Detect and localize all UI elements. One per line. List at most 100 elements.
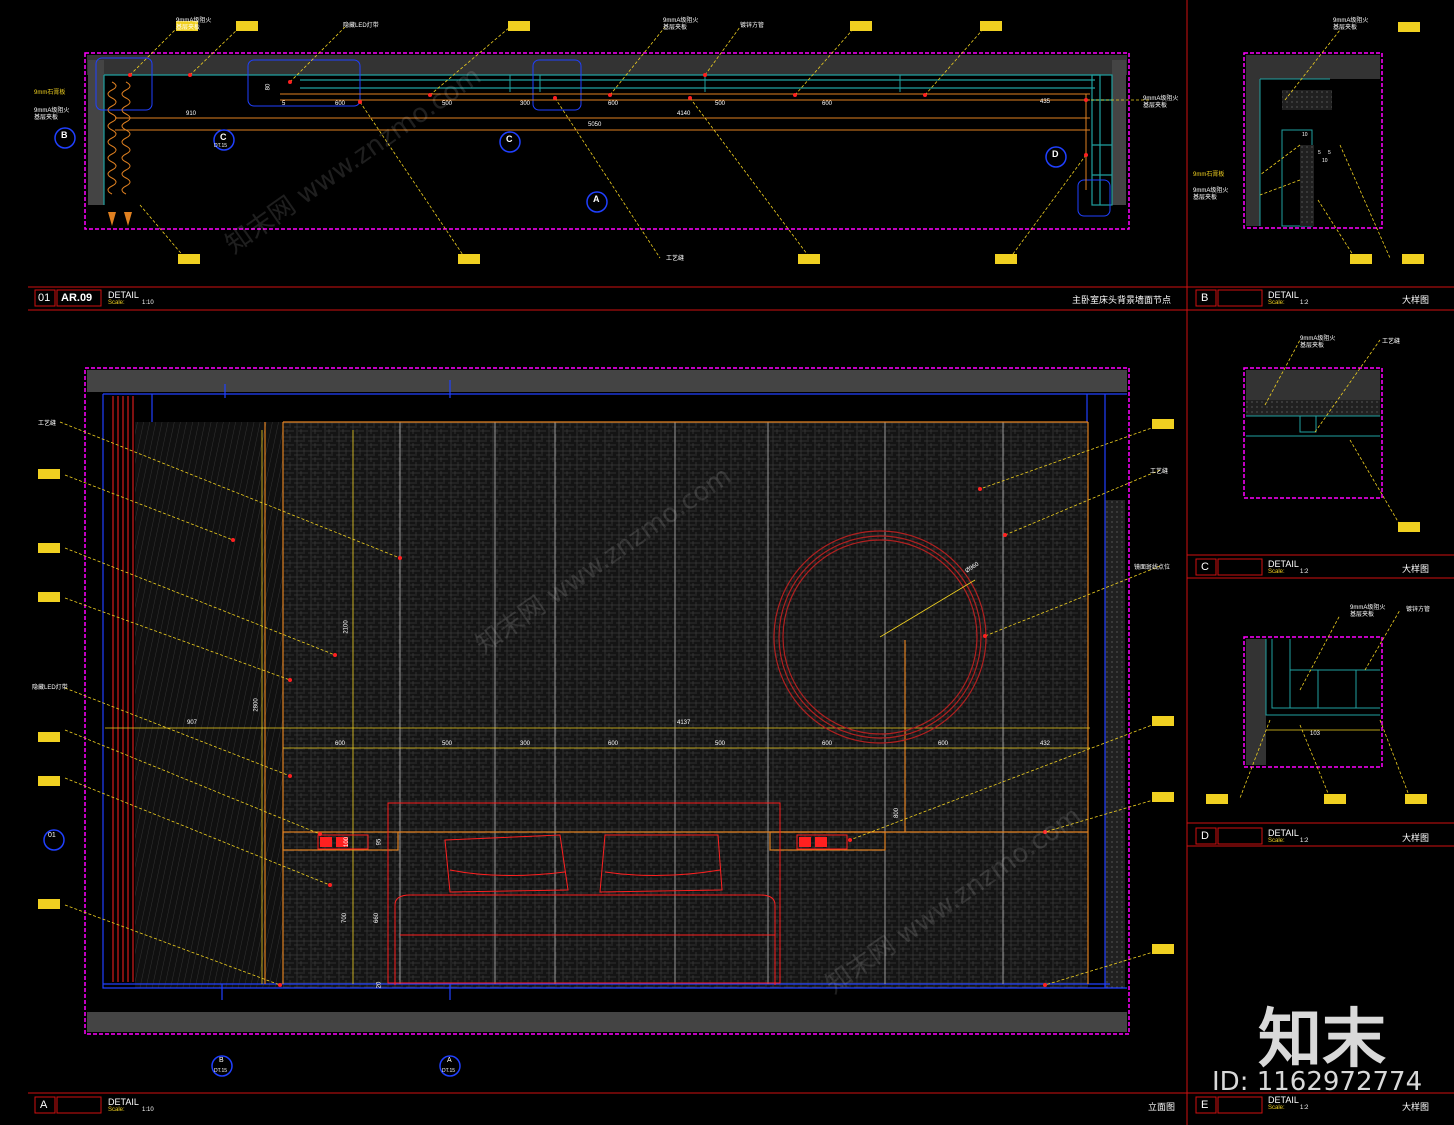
detail-drawing-B [1243, 22, 1424, 264]
scale-label-B: Scale: [1268, 300, 1285, 306]
marker-C1: C [220, 132, 227, 142]
detail-d-dim: 103 [1310, 731, 1321, 737]
elev-dim-700: 700 [342, 912, 349, 924]
elev-dim-907: 907 [187, 720, 198, 726]
plan-label-top-4: 镀锌方管 [740, 23, 765, 29]
elev-label-gap-left: 工艺缝 [38, 421, 57, 427]
detail-drawing-D [1206, 609, 1427, 804]
detail-label-D: DETAIL [1268, 828, 1299, 838]
elev-dim-100: 100 [344, 836, 351, 848]
detail-b-dim-3: 5 [1328, 150, 1331, 156]
detail-label-C: DETAIL [1268, 559, 1299, 569]
detail-b-dim-2: 5 [1318, 150, 1321, 156]
scale-value-E: 1:2 [1300, 1105, 1309, 1111]
marker-A: A [593, 194, 600, 204]
plan-dim-row1-0: 600 [335, 101, 346, 107]
plan-dim-910: 910 [186, 111, 197, 117]
plan-dim-5050: 5050 [588, 122, 602, 128]
elevation-drawing-A [38, 367, 1174, 1035]
scale-value-B: 1:2 [1300, 300, 1309, 306]
plan-dim-row1-2: 300 [520, 101, 531, 107]
elev-dim-95: 95 [376, 838, 383, 846]
elev-label-led: 隐藏LED灯带 [32, 685, 68, 691]
panel-title-01: 主卧室床头背景墙面节点 [1072, 295, 1172, 305]
detail-label-01: DETAIL [108, 290, 139, 300]
panel-title-D: 大样图 [1402, 833, 1430, 843]
detail-b-label-1: 9mmA级阻火 基层夹板 [1333, 18, 1369, 31]
panel-number-01: 01 [38, 292, 51, 304]
elev-dim-row1-4: 500 [715, 741, 726, 747]
elev-dim-800: 800 [894, 807, 901, 819]
marker-B: B [61, 130, 68, 140]
sheet-ref-c: DT.15 [214, 143, 228, 149]
scale-label-01: Scale: [108, 300, 125, 306]
detail-c-label-1: 9mmA级阻火 基层夹板 [1300, 336, 1336, 349]
plan-dim-5: 5 [282, 101, 286, 107]
panel-number-D: D [1201, 830, 1209, 842]
elev-dim-660: 660 [374, 912, 381, 924]
marker-01: 01 [48, 832, 56, 839]
detail-b-label-3: 9mmA级阻火 基层夹板 [1193, 188, 1229, 201]
elev-dim-row1-7: 432 [1040, 741, 1051, 747]
marker-bottom-B: B [219, 1057, 224, 1064]
detail-b-label-2: 9mm石膏板 [1193, 172, 1225, 178]
elev-dim-row1-6: 600 [938, 741, 949, 747]
plan-label-right-1: 9mmA级阻火 基层夹板 [1143, 96, 1179, 109]
scale-value-01: 1:10 [142, 300, 154, 306]
scale-label-E: Scale: [1268, 1105, 1285, 1111]
scale-label-C: Scale: [1268, 569, 1285, 575]
plan-dim-80: 80 [265, 83, 272, 91]
scale-value-C: 1:2 [1300, 569, 1309, 575]
detail-drawing-C [1243, 339, 1420, 532]
sheet-ref-b: DT.15 [214, 1068, 228, 1074]
elev-dim-row1-2: 300 [520, 741, 531, 747]
marker-bottom-A: A [447, 1057, 452, 1064]
scale-value-A: 1:10 [142, 1107, 154, 1113]
detail-label-A: DETAIL [108, 1097, 139, 1107]
cad-drawing [28, 0, 1454, 1125]
plan-dim-row1-4: 500 [715, 101, 726, 107]
detail-d-label-1: 9mmA级阻火 基层夹板 [1350, 605, 1386, 618]
elev-label-gap-right: 工艺缝 [1150, 469, 1169, 475]
elev-dim-row1-3: 600 [608, 741, 619, 747]
sheet-ref-a: DT.15 [442, 1068, 456, 1074]
panel-title-E: 大样图 [1402, 1102, 1430, 1112]
plan-label-top-2: 隐藏LED灯带 [343, 23, 379, 29]
elev-dim-row1-0: 600 [335, 741, 346, 747]
watermark-id: ID: 1162972774 [1212, 1067, 1423, 1097]
plan-label-gap: 工艺缝 [666, 256, 685, 262]
scale-value-D: 1:2 [1300, 838, 1309, 844]
panel-title-A: 立面图 [1148, 1102, 1176, 1112]
panel-title-C: 大样图 [1402, 564, 1430, 574]
plan-dim-row1-5: 600 [822, 101, 833, 107]
panel-number-B: B [1201, 292, 1209, 304]
detail-d-label-2: 镀锌方管 [1406, 607, 1431, 613]
plan-label-top-3: 9mmA级阻火 基层夹板 [663, 18, 699, 31]
plan-label-top-1: 9mmA级阻火 基层夹板 [176, 18, 212, 31]
plan-dim-row1-6: 435 [1040, 99, 1051, 105]
elev-dim-20: 20 [376, 981, 383, 989]
detail-b-dim-4: 10 [1322, 158, 1328, 164]
elev-dim-4137: 4137 [677, 720, 691, 726]
plan-label-left-2: 9mmA级阻火 基层夹板 [34, 108, 70, 121]
panel-ref-01: AR.09 [61, 292, 93, 304]
panel-number-E: E [1201, 1099, 1209, 1111]
scale-label-A: Scale: [108, 1107, 125, 1113]
elev-dim-2100: 2100 [343, 620, 350, 634]
panel-number-C: C [1201, 561, 1209, 573]
marker-C2: C [506, 134, 513, 144]
plan-dim-row1-3: 600 [608, 101, 619, 107]
plan-label-left-1: 9mm石膏板 [34, 90, 66, 96]
plan-dim-4140: 4140 [677, 111, 691, 117]
elev-dim-2800: 2800 [253, 698, 260, 712]
detail-c-label-2: 工艺缝 [1382, 339, 1401, 345]
panel-number-A: A [40, 1099, 48, 1111]
scale-label-D: Scale: [1268, 838, 1285, 844]
marker-D: D [1052, 149, 1059, 159]
detail-b-dim-1: 10 [1302, 132, 1308, 138]
elev-dim-row1-5: 600 [822, 741, 833, 747]
detail-label-B: DETAIL [1268, 290, 1299, 300]
elev-label-mirror: 镜面斑线点位 [1134, 565, 1171, 571]
panel-title-B: 大样图 [1402, 295, 1430, 305]
elev-dim-row1-1: 500 [442, 741, 453, 747]
